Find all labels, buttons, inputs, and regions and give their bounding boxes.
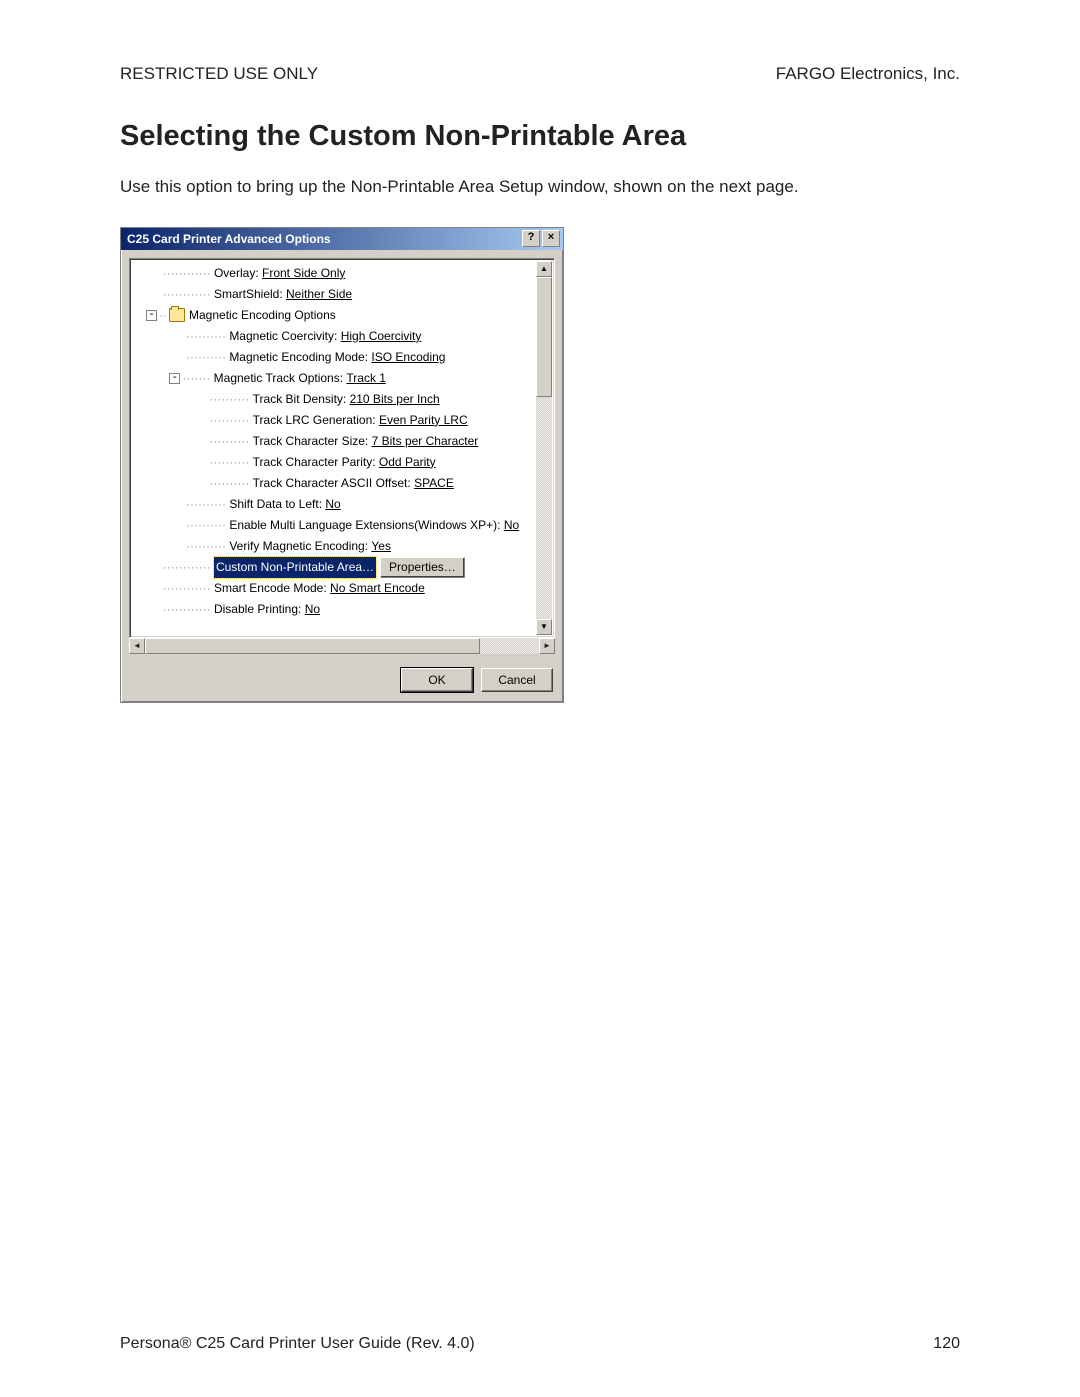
scroll-right-icon[interactable]: ► [539, 638, 555, 654]
tree-view[interactable]: ············ Overlay: Front Side Only ··… [129, 258, 555, 638]
dialog-titlebar[interactable]: C25 Card Printer Advanced Options ? × [121, 228, 563, 250]
tree-item-bit-density[interactable]: ·········· Track Bit Density: 210 Bits p… [136, 389, 534, 410]
folder-icon [169, 308, 185, 322]
tree-container: ············ Overlay: Front Side Only ··… [129, 258, 555, 654]
properties-button[interactable]: Properties… [380, 557, 465, 578]
tree-item-verify-encoding[interactable]: ·········· Verify Magnetic Encoding: Yes [136, 536, 534, 557]
tree-item-lrc[interactable]: ·········· Track LRC Generation: Even Pa… [136, 410, 534, 431]
help-icon[interactable]: ? [522, 230, 540, 247]
close-icon[interactable]: × [542, 230, 560, 247]
tree-item-char-parity[interactable]: ·········· Track Character Parity: Odd P… [136, 452, 534, 473]
scroll-up-icon[interactable]: ▲ [536, 261, 552, 277]
section-title: Selecting the Custom Non-Printable Area [120, 120, 960, 153]
page-header: RESTRICTED USE ONLY FARGO Electronics, I… [120, 64, 960, 84]
document-page: RESTRICTED USE ONLY FARGO Electronics, I… [0, 0, 1080, 1397]
header-left: RESTRICTED USE ONLY [120, 64, 318, 84]
tree-item-encoding-mode[interactable]: ·········· Magnetic Encoding Mode: ISO E… [136, 347, 534, 368]
hscroll-thumb[interactable] [145, 638, 480, 654]
tree-item-magnetic-encoding-options[interactable]: - ·· Magnetic Encoding Options [136, 305, 534, 326]
tree-item-overlay[interactable]: ············ Overlay: Front Side Only [136, 263, 534, 284]
tree-item-multi-lang[interactable]: ·········· Enable Multi Language Extensi… [136, 515, 534, 536]
tree-item-smartshield[interactable]: ············ SmartShield: Neither Side [136, 284, 534, 305]
tree-item-disable-printing[interactable]: ············ Disable Printing: No [136, 599, 534, 620]
tree-item-shift-data[interactable]: ·········· Shift Data to Left: No [136, 494, 534, 515]
advanced-options-dialog: C25 Card Printer Advanced Options ? × ··… [120, 227, 564, 703]
header-right: FARGO Electronics, Inc. [776, 64, 960, 84]
page-number: 120 [933, 1335, 960, 1353]
dialog-title: C25 Card Printer Advanced Options [127, 232, 520, 246]
dialog-footer: OK Cancel [121, 660, 563, 702]
section-text: Use this option to bring up the Non-Prin… [120, 175, 960, 199]
ok-button[interactable]: OK [401, 668, 473, 692]
scroll-down-icon[interactable]: ▼ [536, 619, 552, 635]
tree-content: ············ Overlay: Front Side Only ··… [136, 263, 534, 620]
footer-left: Persona® C25 Card Printer User Guide (Re… [120, 1335, 475, 1353]
tree-item-smart-encode[interactable]: ············ Smart Encode Mode: No Smart… [136, 578, 534, 599]
scroll-thumb[interactable] [536, 277, 552, 397]
selected-tree-label: Custom Non-Printable Area… [214, 557, 376, 578]
vertical-scrollbar[interactable]: ▲ ▼ [536, 261, 552, 635]
tree-item-custom-non-printable[interactable]: ············ Custom Non-Printable Area… … [136, 557, 534, 578]
page-footer: Persona® C25 Card Printer User Guide (Re… [120, 1335, 960, 1353]
horizontal-scrollbar[interactable]: ◄ ► [129, 638, 555, 654]
collapse-icon[interactable]: - [146, 310, 157, 321]
scroll-left-icon[interactable]: ◄ [129, 638, 145, 654]
tree-item-char-size[interactable]: ·········· Track Character Size: 7 Bits … [136, 431, 534, 452]
collapse-icon[interactable]: - [169, 373, 180, 384]
tree-item-ascii-offset[interactable]: ·········· Track Character ASCII Offset:… [136, 473, 534, 494]
tree-item-coercivity[interactable]: ·········· Magnetic Coercivity: High Coe… [136, 326, 534, 347]
tree-item-track-options[interactable]: - ······· Magnetic Track Options: Track … [136, 368, 534, 389]
cancel-button[interactable]: Cancel [481, 668, 553, 692]
